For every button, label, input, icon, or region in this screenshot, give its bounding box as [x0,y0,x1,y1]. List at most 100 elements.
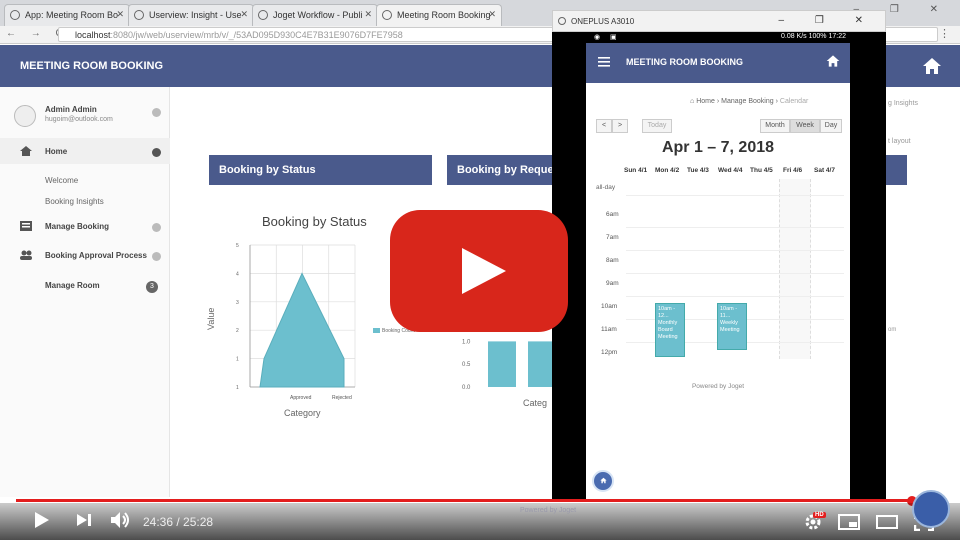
expand-icon[interactable] [152,252,161,261]
y-axis-label: Value [206,307,216,330]
chart-title: Booking by Status [262,214,367,229]
today-button[interactable]: Today [642,119,672,133]
y-tick-label: 1.0 [462,339,471,345]
day-header: Wed 4/4 [718,167,743,174]
close-icon[interactable]: ✕ [488,9,496,20]
event-board-meeting[interactable]: 10am - 12... Monthly Board Meeting [655,303,685,357]
theater-mode-icon[interactable] [876,514,898,530]
collapse-icon[interactable] [152,148,161,157]
tab-app[interactable]: App: Meeting Room Bo ✕ [4,4,130,26]
time-label: 7am [606,234,619,241]
y-tick-label: 0.0 [462,385,471,391]
expand-icon[interactable] [152,223,161,232]
next-button[interactable]: > [612,119,628,133]
app-icon [558,17,566,25]
x-tick-label: Rejected [332,395,352,401]
globe-icon [134,10,144,20]
user-name: Admin Admin [45,105,97,114]
status-right: 0.08 K/s 100% 17:22 [781,33,846,40]
play-overlay-button[interactable] [390,210,568,332]
phone-status-bar: ◉ ▣ 0.08 K/s 100% 17:22 [586,32,850,43]
sidebar-item-insights[interactable]: Booking Insights [45,197,104,206]
home-icon[interactable] [922,56,942,76]
y-tick-label: 2 [236,328,239,334]
tab-joget[interactable]: Joget Workflow - Publi ✕ [252,4,378,26]
y-tick-label: 1 [236,385,239,391]
event-weekly-meeting[interactable]: 10am - 11... Weekly Meeting [717,303,747,350]
right-fragment-room: om [888,327,897,333]
time-label: 9am [606,280,619,287]
breadcrumb-current: Calendar [779,98,809,105]
time-label: 11am [601,326,617,333]
calendar-title: Apr 1 – 7, 2018 [661,139,775,156]
grid-line [626,250,844,251]
status-icons: ◉ ▣ [594,34,621,41]
play-icon[interactable] [34,511,50,529]
grid-line [626,195,844,196]
grid-line [626,227,844,228]
time-label: 8am [606,257,619,264]
allday-label: all-day [596,184,616,191]
phone-window-title: ONEPLUS A3010 [571,17,635,26]
home-icon [600,477,607,484]
x-axis-label-2: Categ [523,398,548,408]
play-icon [462,248,506,294]
app-title[interactable]: MEETING ROOM BOOKING [20,60,163,72]
sidebar-item-manage-room[interactable]: Manage Room [45,281,100,290]
x-axis-label: Category [284,408,321,418]
legend-swatch [373,328,380,334]
avatar[interactable] [14,105,36,127]
time-label: 10am [601,303,618,310]
breadcrumb: ⌂ Home › Manage Booking › Calendar [690,98,809,105]
grid-line [626,273,844,274]
week-button[interactable]: Week [790,119,820,133]
right-fragment-insights[interactable]: g Insights [888,100,918,107]
y-tick-label: 3 [236,300,239,306]
phone-mirror-window: ONEPLUS A3010 – ❐ ✕ ◉ ▣ 0.08 K/s 100% 17… [552,10,886,500]
list-icon [20,221,32,231]
hamburger-icon[interactable] [598,57,610,67]
player-controls: 24:36 / 25:28 Powered by Joget HD [0,503,960,540]
month-button[interactable]: Month [760,119,790,133]
fab-button[interactable] [592,470,614,492]
globe-icon [10,10,20,20]
close-icon[interactable]: ✕ [364,9,372,20]
hd-badge: HD [813,512,826,518]
right-fragment-layout[interactable]: t layout [888,138,911,145]
home-icon[interactable] [826,54,840,68]
grid-line [626,296,844,297]
window-controls[interactable]: – ❐ ✕ [779,15,877,26]
more-menu-icon[interactable]: ⋮ [939,27,950,40]
area-chart: 1 1 2 3 4 5 Approved Rejected [236,243,356,401]
sidebar-item-approval[interactable]: Booking Approval Process [45,251,147,260]
phone-window-titlebar: ONEPLUS A3010 – ❐ ✕ [552,10,886,32]
sidebar-item-home-label[interactable]: Home [45,147,67,156]
panel-booking-by-status[interactable]: Booking by Status [209,155,432,185]
globe-icon [258,10,268,20]
close-icon[interactable]: ✕ [240,9,248,20]
day-button[interactable]: Day [820,119,842,133]
close-icon[interactable]: ✕ [116,9,124,20]
day-header: Thu 4/5 [750,167,773,174]
tab-userview[interactable]: Userview: Insight - Use ✕ [128,4,254,26]
volume-icon[interactable] [110,511,132,529]
users-icon [20,250,32,260]
globe-icon [382,10,392,20]
sidebar-item-manage-booking[interactable]: Manage Booking [45,222,109,231]
phone-app-title[interactable]: MEETING ROOM BOOKING [626,57,743,67]
day-header: Sat 4/7 [814,167,835,174]
y-tick-label: 0.5 [462,362,471,368]
day-header: Tue 4/3 [687,167,709,174]
breadcrumb-home[interactable]: Home [696,98,715,105]
tab-meeting-room[interactable]: Meeting Room Booking ✕ [376,4,502,26]
channel-logo[interactable] [912,490,950,528]
miniplayer-icon[interactable] [838,514,860,530]
sidebar-item-welcome[interactable]: Welcome [45,176,78,185]
next-icon[interactable] [76,511,92,529]
user-menu-icon[interactable] [152,108,161,117]
user-email: hugoim@outlook.com [45,116,113,123]
x-tick-label: Approved [290,395,312,401]
home-icon [20,146,32,156]
breadcrumb-manage[interactable]: Manage Booking [721,98,774,105]
prev-button[interactable]: < [596,119,612,133]
